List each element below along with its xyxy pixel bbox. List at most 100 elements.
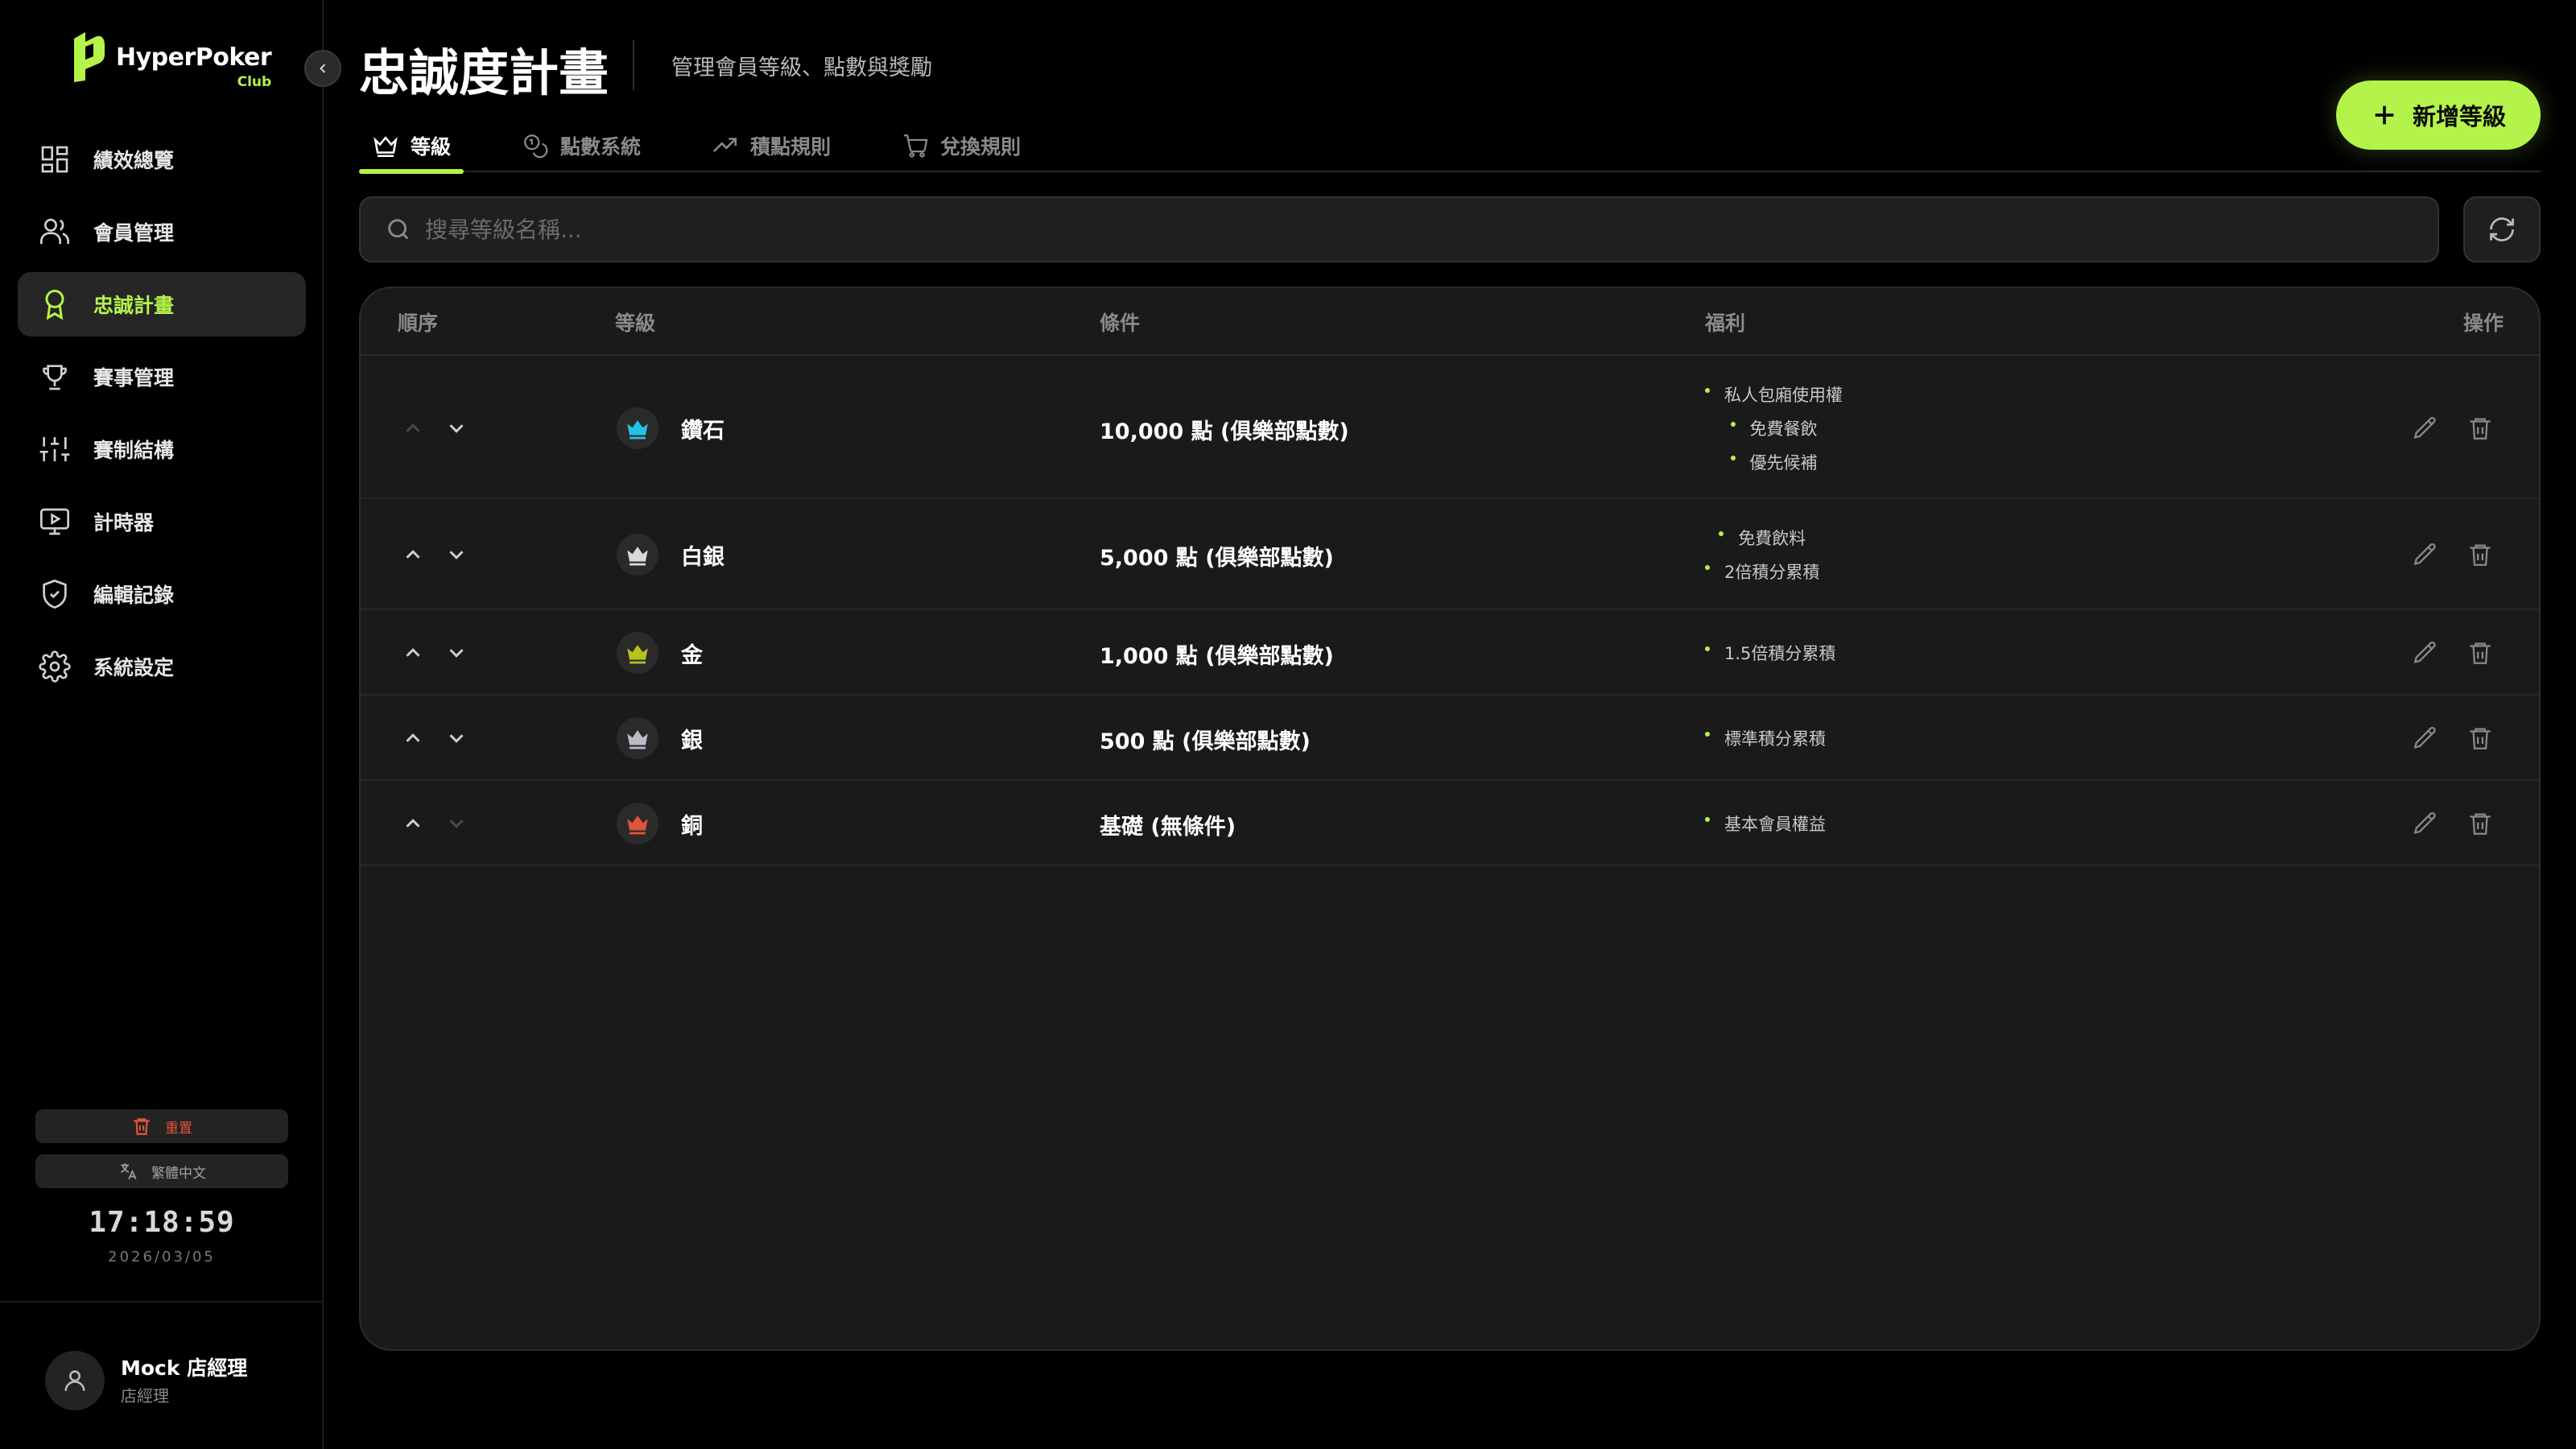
- user-icon: [64, 1370, 85, 1391]
- delete-icon[interactable]: [2467, 639, 2494, 667]
- sidebar-item-label: 績效總覽: [93, 149, 175, 172]
- delete-icon[interactable]: [2467, 810, 2494, 837]
- search-input[interactable]: [425, 216, 2357, 243]
- row-actions: [2412, 541, 2521, 568]
- sidebar-item-label: 賽制結構: [93, 439, 175, 462]
- reorder-controls: [401, 726, 488, 750]
- sidebar-item-structures[interactable]: 賽制結構: [18, 417, 306, 481]
- tier-name: 金: [681, 642, 703, 668]
- chevron-down-icon[interactable]: [444, 641, 469, 665]
- tab-redemption-rules[interactable]: 兌換規則: [889, 121, 1034, 171]
- chevron-down-icon[interactable]: [444, 811, 469, 836]
- bullet-dot: [1705, 646, 1710, 651]
- benefits-list: 私人包廂使用權 免費餐飲 優先候補: [1705, 378, 1843, 479]
- tab-points[interactable]: 點數系統: [509, 121, 654, 171]
- column-header-condition: 條件: [1100, 312, 1141, 335]
- edit-icon[interactable]: [2412, 724, 2439, 752]
- delete-icon[interactable]: [2467, 415, 2494, 442]
- sidebar-item-label: 系統設定: [93, 656, 175, 679]
- benefit-item: 免費餐飲: [1730, 411, 1818, 445]
- table-row: 鑽石 10,000 點 (俱樂部點數) 私人包廂使用權 免費餐飲 優先候補: [361, 357, 2539, 499]
- collapse-sidebar-button[interactable]: [304, 50, 341, 87]
- chevron-up-icon[interactable]: [401, 726, 425, 750]
- bullet-dot: [1730, 422, 1736, 427]
- crown-icon: [627, 730, 648, 749]
- brand-logo[interactable]: HyperPoker Club: [71, 31, 272, 90]
- hyperpoker-logo-icon: [74, 32, 105, 82]
- sidebar-item-edit-log[interactable]: 編輯記錄: [18, 562, 306, 626]
- tab-label: 兌換規則: [940, 135, 1022, 159]
- row-actions: [2412, 724, 2521, 752]
- row-actions: [2412, 415, 2521, 442]
- clock: 17:18:59: [89, 1206, 235, 1239]
- chevron-down-icon[interactable]: [444, 543, 469, 567]
- sidebar-item-dashboard[interactable]: 績效總覽: [18, 127, 306, 192]
- sidebar-item-label: 計時器: [93, 511, 155, 535]
- refresh-button[interactable]: [2463, 196, 2541, 262]
- edit-icon[interactable]: [2412, 541, 2439, 568]
- monitor-icon: [40, 508, 69, 535]
- sidebar-footer: 重置 繁體中文 17:18:59 2026/03/05: [35, 1109, 288, 1265]
- trash-icon: [134, 1118, 150, 1135]
- edit-icon[interactable]: [2412, 810, 2439, 837]
- benefit-text: 免費餐飲: [1749, 419, 1818, 439]
- delete-icon[interactable]: [2467, 541, 2494, 568]
- benefit-text: 標準積分累積: [1724, 729, 1826, 749]
- chevron-down-icon[interactable]: [444, 416, 469, 440]
- column-header-order: 順序: [398, 312, 439, 335]
- language-label: 繁體中文: [151, 1165, 206, 1182]
- chevron-up-icon[interactable]: [401, 641, 425, 665]
- bullet-dot: [1719, 531, 1724, 536]
- tab-tiers[interactable]: 等級: [359, 121, 464, 174]
- award-icon: [45, 289, 64, 320]
- chevron-up-icon[interactable]: [401, 811, 425, 836]
- benefit-text: 2倍積分累積: [1724, 563, 1820, 582]
- benefit-item: 標準積分累積: [1705, 721, 1826, 755]
- tier-name: 銀: [681, 728, 703, 753]
- language-button[interactable]: 繁體中文: [35, 1154, 288, 1188]
- user-profile[interactable]: Mock 店經理 店經理: [0, 1301, 324, 1449]
- tiers-table: 順序 等級 條件 福利 操作 鑽石 10,000 點 (俱樂部點數) 私人包廂使…: [359, 287, 2541, 1351]
- search-icon: [388, 219, 409, 240]
- table-row: 銅 基礎 (無條件) 基本會員權益: [361, 781, 2539, 866]
- edit-icon[interactable]: [2412, 415, 2439, 442]
- cart-icon: [903, 134, 928, 158]
- tier-badge: [617, 407, 658, 449]
- row-actions: [2412, 639, 2521, 667]
- benefits-list: 1.5倍積分累積: [1705, 636, 1835, 670]
- chevron-down-icon[interactable]: [444, 726, 469, 750]
- tier-name: 鑽石: [681, 418, 724, 444]
- reorder-controls: [401, 641, 488, 665]
- sidebar-item-tournaments[interactable]: 賽事管理: [18, 345, 306, 409]
- tab-bar: 等級 點數系統 積點規則 兌換規則: [359, 121, 2541, 174]
- sidebar-item-label: 忠誠計畫: [93, 294, 175, 317]
- edit-icon[interactable]: [2412, 639, 2439, 667]
- benefit-item: 1.5倍積分累積: [1705, 636, 1835, 670]
- tier-name: 銅: [681, 813, 703, 839]
- coins-icon: [524, 134, 548, 159]
- tier-badge: [617, 717, 658, 759]
- delete-icon[interactable]: [2467, 724, 2494, 752]
- table-row: 金 1,000 點 (俱樂部點數) 1.5倍積分累積: [361, 610, 2539, 696]
- brand-name: HyperPoker: [116, 43, 272, 72]
- chevron-up-icon[interactable]: [401, 543, 425, 567]
- benefit-text: 私人包廂使用權: [1724, 386, 1843, 405]
- sidebar-item-timer[interactable]: 計時器: [18, 489, 306, 554]
- sidebar-item-settings[interactable]: 系統設定: [18, 634, 306, 699]
- tab-earning-rules[interactable]: 積點規則: [699, 121, 844, 171]
- avatar: [45, 1351, 105, 1410]
- tier-cell: 白銀: [617, 534, 724, 576]
- sidebar-item-loyalty[interactable]: 忠誠計畫: [18, 272, 306, 336]
- chevron-up-icon[interactable]: [401, 416, 425, 440]
- reorder-controls: [401, 416, 488, 440]
- bullet-dot: [1730, 456, 1736, 460]
- crown-icon: [627, 645, 648, 664]
- benefit-text: 1.5倍積分累積: [1724, 644, 1836, 663]
- sidebar-item-members[interactable]: 會員管理: [18, 200, 306, 264]
- gear-icon: [39, 650, 71, 683]
- tier-badge: [617, 534, 658, 576]
- reset-button[interactable]: 重置: [35, 1109, 288, 1143]
- search-bar: [359, 196, 2439, 262]
- tier-badge: [617, 632, 658, 674]
- column-header-benefits: 福利: [1705, 312, 1746, 335]
